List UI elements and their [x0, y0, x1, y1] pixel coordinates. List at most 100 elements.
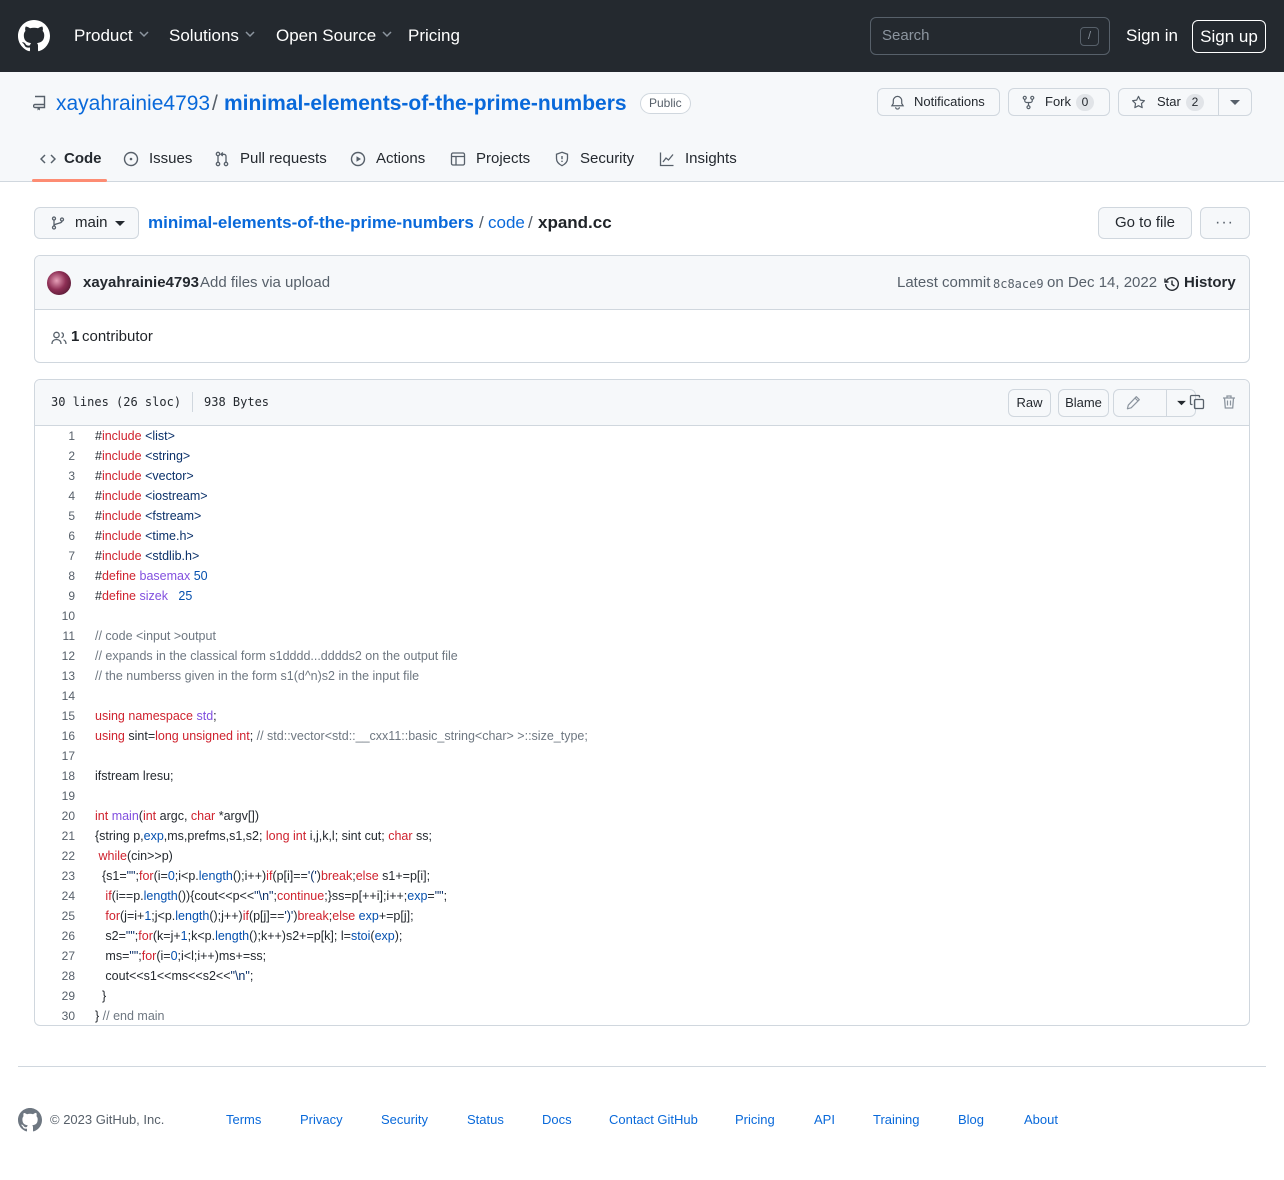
- nav-solutions[interactable]: Solutions: [169, 24, 255, 48]
- code-line-content: s2="";for(k=j+1;k<p.length();k++)s2+=p[k…: [95, 929, 403, 943]
- line-number[interactable]: 9: [35, 586, 75, 606]
- line-number[interactable]: 26: [35, 926, 75, 946]
- line-number[interactable]: 4: [35, 486, 75, 506]
- line-number[interactable]: 13: [35, 666, 75, 686]
- tab-issues-label: Issues: [149, 150, 193, 167]
- caret-down-icon: [115, 221, 125, 226]
- line-number[interactable]: 5: [35, 506, 75, 526]
- nav-open-source-label: Open Source: [276, 26, 377, 45]
- code-line-content: // the numberss given in the form s1(d^n…: [95, 669, 420, 683]
- nav-product[interactable]: Product: [74, 24, 149, 48]
- more-options-button[interactable]: ···: [1200, 207, 1250, 239]
- file-viewer: 30 lines (26 sloc) 938 Bytes Raw Blame 1…: [34, 379, 1250, 1026]
- breadcrumb-separator: /: [528, 213, 533, 232]
- contributor-count[interactable]: 1: [71, 327, 79, 347]
- line-number[interactable]: 15: [35, 706, 75, 726]
- line-number[interactable]: 28: [35, 966, 75, 986]
- line-number[interactable]: 21: [35, 826, 75, 846]
- history-link[interactable]: History: [1184, 273, 1236, 293]
- search-placeholder: Search: [882, 27, 930, 44]
- contributor-label[interactable]: contributor: [82, 327, 153, 347]
- github-logo-icon[interactable]: [18, 1108, 42, 1132]
- footer-link-api[interactable]: API: [814, 1112, 835, 1128]
- fork-button[interactable]: Fork 0: [1008, 88, 1110, 116]
- line-number[interactable]: 11: [35, 626, 75, 646]
- raw-button[interactable]: Raw: [1008, 389, 1051, 417]
- nav-open-source[interactable]: Open Source: [276, 24, 392, 48]
- breadcrumb-folder-link[interactable]: code: [488, 211, 525, 235]
- code-line: 26 s2="";for(k=j+1;k<p.length();k++)s2+=…: [35, 926, 1249, 946]
- code-line: 17: [35, 746, 1249, 766]
- code-icon: [40, 154, 56, 164]
- line-number[interactable]: 7: [35, 546, 75, 566]
- line-number[interactable]: 1: [35, 426, 75, 446]
- footer-link-status[interactable]: Status: [467, 1112, 504, 1128]
- line-number[interactable]: 17: [35, 746, 75, 766]
- line-number[interactable]: 24: [35, 886, 75, 906]
- shield-icon: [555, 151, 569, 167]
- code-line-content: #include <string>: [95, 449, 191, 463]
- commit-sha-link[interactable]: 8c8ace9: [993, 275, 1044, 293]
- github-logo-icon[interactable]: [18, 20, 50, 52]
- footer-link-contact[interactable]: Contact GitHub: [609, 1112, 698, 1128]
- footer-link-about[interactable]: About: [1024, 1112, 1058, 1128]
- sign-in-link[interactable]: Sign in: [1126, 24, 1178, 48]
- line-number[interactable]: 6: [35, 526, 75, 546]
- line-number[interactable]: 30: [35, 1006, 75, 1025]
- footer-link-security[interactable]: Security: [381, 1112, 428, 1128]
- line-number[interactable]: 18: [35, 766, 75, 786]
- footer-link-blog[interactable]: Blog: [958, 1112, 984, 1128]
- line-number[interactable]: 12: [35, 646, 75, 666]
- nav-pricing[interactable]: Pricing: [408, 24, 460, 48]
- line-number[interactable]: 3: [35, 466, 75, 486]
- search-shortcut-key: /: [1080, 27, 1099, 46]
- line-number[interactable]: 8: [35, 566, 75, 586]
- search-input[interactable]: Search /: [870, 17, 1110, 55]
- star-button[interactable]: Star 2: [1118, 88, 1219, 116]
- code-line: 30} // end main: [35, 1006, 1249, 1025]
- trash-icon[interactable]: [1221, 394, 1237, 410]
- line-number[interactable]: 27: [35, 946, 75, 966]
- branch-select-button[interactable]: main: [34, 207, 139, 239]
- notifications-button[interactable]: Notifications: [877, 88, 1000, 116]
- line-number[interactable]: 2: [35, 446, 75, 466]
- code-line: 9 #define sizek 25: [35, 586, 1249, 606]
- line-number[interactable]: 29: [35, 986, 75, 1006]
- line-number[interactable]: 16: [35, 726, 75, 746]
- repo-owner-link[interactable]: xayahrainie4793: [56, 91, 210, 117]
- line-number[interactable]: 14: [35, 686, 75, 706]
- line-number[interactable]: 23: [35, 866, 75, 886]
- code-line-content: using sint=long unsigned int; // std::ve…: [95, 729, 588, 743]
- code-line: 22 while(cin>>p): [35, 846, 1249, 866]
- footer-link-docs[interactable]: Docs: [542, 1112, 572, 1128]
- footer-link-training[interactable]: Training: [873, 1112, 919, 1128]
- line-number[interactable]: 22: [35, 846, 75, 866]
- footer-link-terms[interactable]: Terms: [226, 1112, 261, 1128]
- edit-file-button[interactable]: [1113, 389, 1167, 417]
- repo-name-link[interactable]: minimal-elements-of-the-prime-numbers: [224, 91, 627, 117]
- line-number[interactable]: 19: [35, 786, 75, 806]
- breadcrumb-repo-link[interactable]: minimal-elements-of-the-prime-numbers: [148, 211, 474, 235]
- go-to-file-button[interactable]: Go to file: [1098, 207, 1192, 239]
- copy-icon[interactable]: [1189, 394, 1205, 410]
- code-line-content: if(i==p.length()){cout<<p<<"\n";continue…: [105, 889, 448, 903]
- sign-up-button[interactable]: Sign up: [1192, 20, 1266, 53]
- table-icon: [450, 152, 466, 166]
- footer-link-pricing[interactable]: Pricing: [735, 1112, 775, 1128]
- commit-author-link[interactable]: xayahrainie4793: [83, 273, 199, 293]
- fork-count: 0: [1076, 94, 1094, 111]
- avatar[interactable]: [47, 271, 71, 295]
- star-list-dropdown-button[interactable]: [1218, 88, 1252, 116]
- blame-button[interactable]: Blame: [1058, 389, 1109, 417]
- footer-link-privacy[interactable]: Privacy: [300, 1112, 343, 1128]
- line-number[interactable]: 10: [35, 606, 75, 626]
- line-number[interactable]: 20: [35, 806, 75, 826]
- breadcrumb-file-name: xpand.cc: [538, 213, 612, 232]
- line-number[interactable]: 25: [35, 906, 75, 926]
- commit-message-link[interactable]: Add files via upload: [200, 273, 330, 293]
- tab-insights-label: Insights: [685, 150, 737, 167]
- active-tab-indicator: [32, 179, 107, 182]
- code-line: 5 #include <fstream>: [35, 506, 1249, 526]
- code-line: 19: [35, 786, 1249, 806]
- bell-icon: [890, 95, 905, 110]
